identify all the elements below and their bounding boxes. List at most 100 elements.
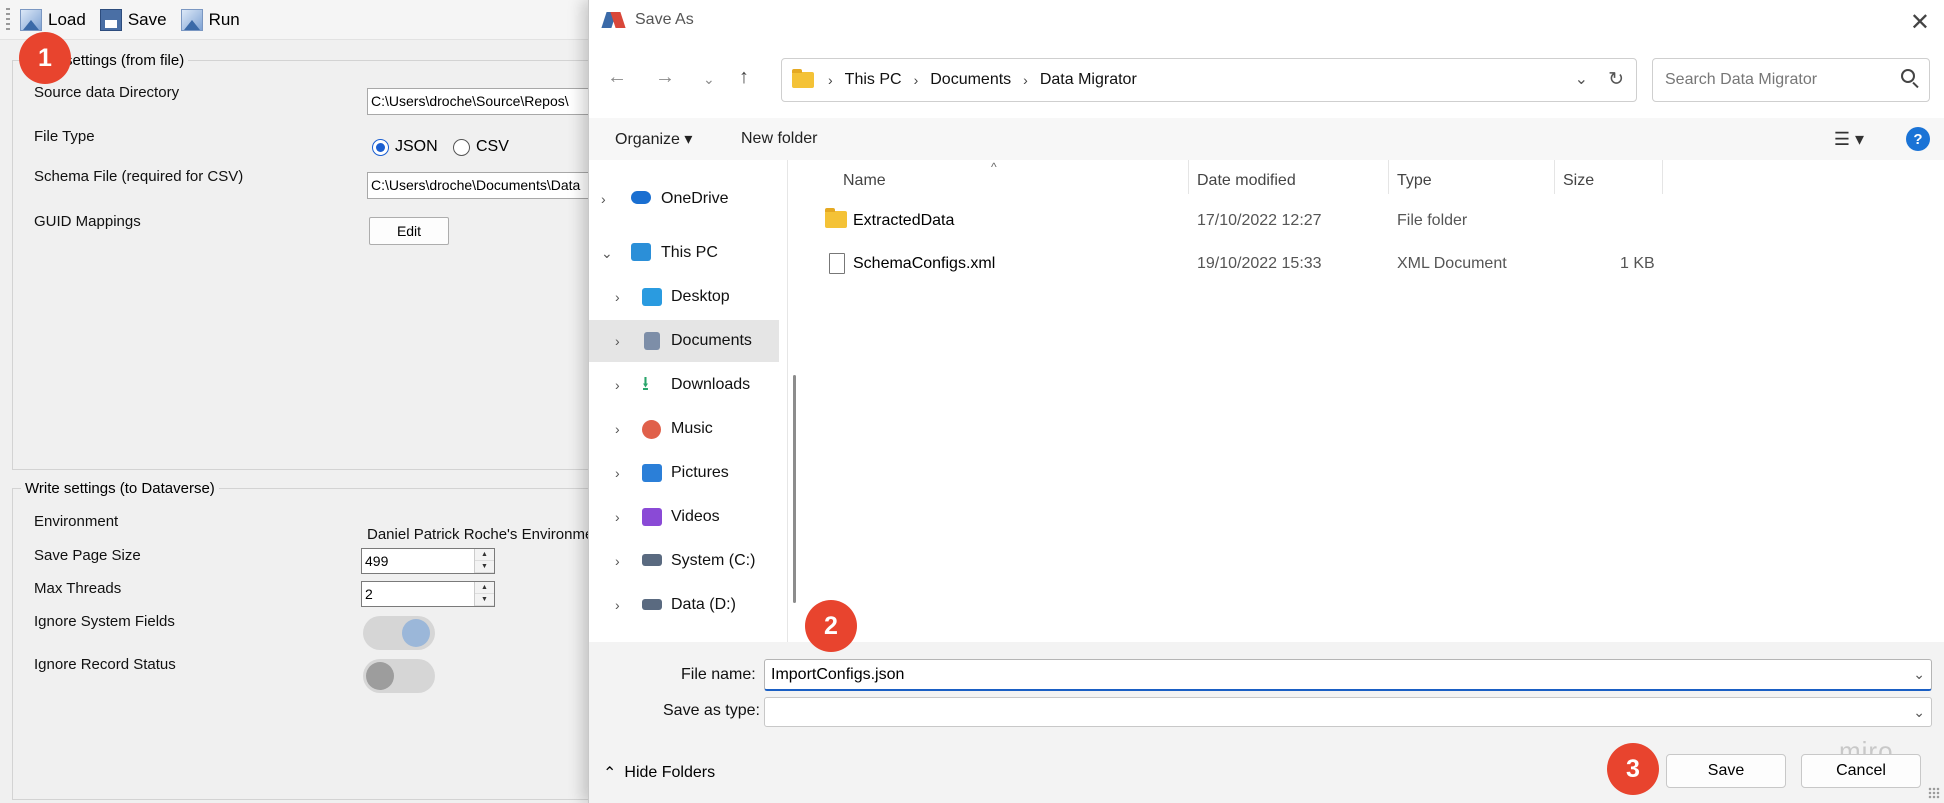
breadcrumb-data-migrator[interactable]: Data Migrator [1040,71,1137,89]
chevron-up-icon[interactable]: ▲ [475,549,494,561]
column-header-size[interactable]: Size [1563,172,1594,190]
nav-item-label: Data (D:) [671,596,736,613]
toggle-knob [366,662,394,690]
chevron-right-icon[interactable]: › [615,597,620,613]
chevron-right-icon[interactable]: › [615,465,620,481]
chevron-right-icon[interactable]: › [601,191,606,207]
chevron-down-icon[interactable]: ⌄ [1913,666,1925,683]
run-icon [180,8,203,31]
up-arrow-icon[interactable]: ↑ [739,66,749,89]
schema-file-input[interactable]: C:\Users\droche\Documents\Data [367,172,617,199]
environment-label: Environment [34,513,119,530]
nav-item-downloads[interactable]: › ⭳ Downloads [589,364,779,406]
breadcrumb-this-pc[interactable]: This PC [845,71,902,89]
chevron-down-icon[interactable]: ⌄ [1913,704,1925,721]
back-arrow-icon[interactable]: ← [607,66,627,89]
folder-icon [825,208,847,228]
search-placeholder: Search Data Migrator [1665,71,1818,88]
forward-arrow-icon[interactable]: → [655,66,675,89]
file-name-input[interactable]: ImportConfigs.json ⌄ [764,659,1932,691]
ignore-record-status-toggle[interactable] [363,659,435,693]
column-header-date[interactable]: Date modified [1197,172,1296,190]
dialog-footer: File name: ImportConfigs.json ⌄ Save as … [589,642,1944,803]
address-bar[interactable]: › This PC › Documents › Data Migrator ⌄ … [781,58,1637,102]
refresh-icon[interactable]: ↻ [1608,68,1624,91]
nav-scrollbar[interactable] [793,375,796,603]
nav-item-this-pc[interactable]: ⌄ This PC [589,232,779,274]
nav-item-videos[interactable]: › Videos [589,496,779,538]
chevron-right-icon[interactable]: › [615,509,620,525]
chevron-right-icon[interactable]: › [615,421,620,437]
videos-icon [642,508,662,526]
guid-edit-button[interactable]: Edit [369,217,449,245]
nav-item-label: This PC [661,244,718,261]
schema-file-label: Schema File (required for CSV) [34,168,244,185]
column-separator[interactable] [1388,160,1389,194]
file-type: XML Document [1397,255,1507,272]
chevron-right-icon[interactable]: › [615,289,620,305]
column-header-type[interactable]: Type [1397,172,1432,190]
chevron-up-icon[interactable]: ▲ [475,582,494,594]
column-header-name[interactable]: Name [843,172,886,190]
load-button[interactable]: Load [16,5,90,35]
hide-folders-button[interactable]: ⌃ Hide Folders [603,763,715,783]
environment-value[interactable]: Daniel Patrick Roche's Environment [367,526,606,543]
nav-item-music[interactable]: › Music [589,408,779,450]
chevron-right-icon[interactable]: › [615,333,620,349]
column-separator[interactable] [1554,160,1555,194]
file-name: SchemaConfigs.xml [853,255,996,272]
run-button[interactable]: Run [177,5,244,35]
pictures-icon [642,464,662,482]
new-folder-button[interactable]: New folder [741,130,817,148]
resize-grip[interactable] [1928,787,1940,799]
nav-item-pictures[interactable]: › Pictures [589,452,779,494]
chevron-up-icon: ⌃ [603,765,617,782]
nav-item-documents[interactable]: › Documents [589,320,779,362]
source-directory-label: Source data Directory [34,84,180,101]
file-size: 1 KB [1620,255,1655,272]
nav-item-label: Documents [671,332,752,349]
ignore-system-fields-toggle[interactable] [363,616,435,650]
chevron-down-icon[interactable]: ▼ [475,561,494,573]
save-toolbar-button[interactable]: Save [96,5,171,35]
column-separator[interactable] [1662,160,1663,194]
breadcrumb-separator: › [913,72,919,88]
csv-radio[interactable]: CSV [453,138,509,156]
music-icon [642,420,661,439]
hide-folders-label: Hide Folders [624,764,716,781]
file-row[interactable]: SchemaConfigs.xml 19/10/2022 15:33 XML D… [807,245,1707,285]
toolbar-grip[interactable] [6,7,10,32]
breadcrumb-documents[interactable]: Documents [930,71,1011,89]
json-radio-circle [372,138,389,156]
nav-item-desktop[interactable]: › Desktop [589,276,779,318]
pane-divider[interactable] [787,160,788,642]
search-icon[interactable] [1901,69,1915,83]
nav-item-data-d[interactable]: › Data (D:) [589,584,779,626]
recent-locations-chevron-icon[interactable]: ⌄ [703,71,715,88]
close-icon[interactable]: ✕ [1910,8,1930,37]
save-page-size-stepper[interactable]: 499 ▲ ▼ [361,548,495,574]
save-as-type-select[interactable]: ⌄ [764,697,1932,727]
chevron-right-icon[interactable]: › [615,553,620,569]
help-icon[interactable]: ? [1906,127,1930,151]
view-options-icon[interactable]: ☰ ▾ [1834,129,1864,150]
chevron-down-icon[interactable]: ⌄ [601,245,613,262]
save-button[interactable]: Save [1666,754,1786,788]
max-threads-stepper[interactable]: 2 ▲ ▼ [361,581,495,607]
source-directory-input[interactable]: C:\Users\droche\Source\Repos\ [367,88,617,115]
ignore-system-fields-label: Ignore System Fields [34,613,175,630]
cancel-button[interactable]: Cancel [1801,754,1921,788]
load-label: Load [48,9,86,29]
nav-item-system-c[interactable]: › System (C:) [589,540,779,582]
file-row[interactable]: ExtractedData 17/10/2022 12:27 File fold… [807,202,1707,242]
file-list: ^ Name Date modified Type Size Extracted… [807,160,1944,642]
data-migrator-window: Load Save Run Read settings (from file) … [0,0,617,803]
search-input[interactable]: Search Data Migrator [1652,58,1930,102]
column-separator[interactable] [1188,160,1189,194]
nav-item-onedrive[interactable]: › OneDrive [589,178,779,220]
organize-button[interactable]: Organize ▾ [615,129,692,149]
chevron-down-icon[interactable]: ▼ [475,594,494,606]
address-dropdown-icon[interactable]: ⌄ [1575,69,1588,89]
json-radio[interactable]: JSON [372,138,438,156]
chevron-right-icon[interactable]: › [615,377,620,393]
